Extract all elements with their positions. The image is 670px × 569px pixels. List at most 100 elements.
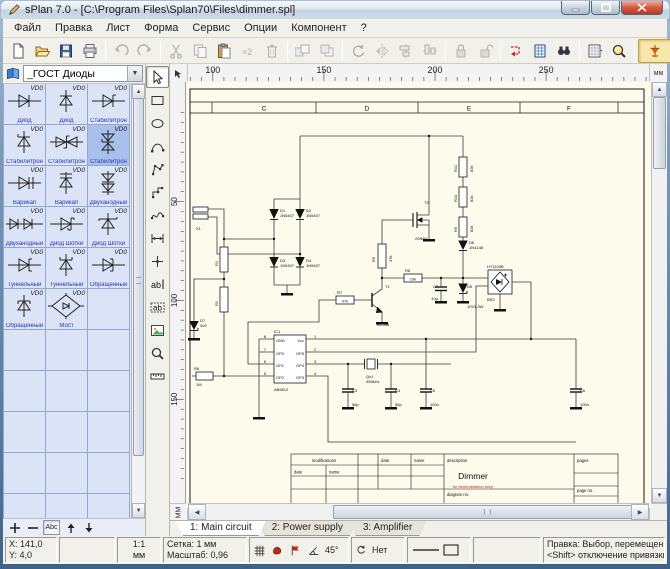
library-control-arrow-down[interactable]	[81, 521, 96, 534]
tool-curve[interactable]	[146, 204, 169, 226]
schematic-canvas[interactable]: CDEF	[186, 82, 651, 508]
flag-icon[interactable]	[289, 544, 302, 557]
library-cell-varicap-h[interactable]: VD0Варикап	[3, 166, 46, 207]
library-book-icon[interactable]	[3, 65, 23, 82]
undo-button[interactable]	[109, 39, 133, 63]
menu-item-edit[interactable]: Правка	[48, 20, 99, 36]
library-cell-empty[interactable]	[46, 453, 88, 494]
library-cell-empty[interactable]	[46, 330, 88, 371]
library-cell-empty[interactable]	[88, 289, 130, 330]
library-cell-diode-v[interactable]: VD0Диод	[46, 84, 88, 125]
scroll-up-icon[interactable]: ▲	[132, 84, 145, 99]
library-cell-tunnel-h[interactable]: VD0Туннельный	[3, 248, 46, 289]
menu-item-sheet[interactable]: Лист	[99, 20, 137, 36]
bring-front-button[interactable]	[291, 39, 315, 63]
library-cell-empty[interactable]	[46, 412, 88, 453]
search-button[interactable]	[552, 39, 576, 63]
library-cell-zener-v[interactable]: VD0Стабилитрон	[3, 125, 46, 166]
library-cell-empty[interactable]	[3, 412, 46, 453]
open-button[interactable]	[30, 39, 54, 63]
tool-ellipse[interactable]	[146, 112, 169, 134]
align-horizontal-button[interactable]	[394, 39, 418, 63]
copy-button[interactable]	[188, 39, 212, 63]
sheet-grid-button[interactable]	[528, 39, 552, 63]
lock-button[interactable]	[449, 39, 473, 63]
library-select[interactable]: _ГОСТ Диоды ▼	[23, 65, 143, 82]
library-cell-empty[interactable]	[3, 453, 46, 494]
tool-node[interactable]	[146, 250, 169, 272]
library-scrollbar-thumb[interactable]	[133, 98, 144, 456]
library-cell-empty[interactable]	[88, 330, 130, 371]
library-cell-empty[interactable]	[3, 494, 46, 518]
scroll-right-icon[interactable]: ▶	[631, 504, 649, 520]
library-cell-dual-v[interactable]: VD0Двуханодный	[88, 166, 130, 207]
align-vertical-button[interactable]	[418, 39, 442, 63]
zoom-button[interactable]	[607, 39, 631, 63]
library-cell-empty[interactable]	[88, 494, 130, 518]
menu-item-help[interactable]: ?	[354, 20, 374, 36]
library-control-plus[interactable]	[7, 521, 22, 534]
paste-button[interactable]	[212, 39, 236, 63]
library-scrollbar[interactable]: ▲ ▼	[131, 84, 145, 518]
maximize-button[interactable]	[591, 1, 620, 15]
library-control-arrow-up[interactable]	[63, 521, 78, 534]
menu-item-component[interactable]: Компонент	[284, 20, 353, 36]
library-cell-empty[interactable]	[88, 412, 130, 453]
tool-text[interactable]: ab	[146, 273, 169, 295]
library-cell-zener-bi-h[interactable]: VD0Стабилитрон	[46, 125, 88, 166]
save-button[interactable]	[54, 39, 78, 63]
tool-zoom-area[interactable]	[146, 342, 169, 364]
rotate-button[interactable]	[346, 39, 370, 63]
menu-item-service[interactable]: Сервис	[185, 20, 237, 36]
library-cell-tunnel-v[interactable]: VD0Туннельный	[46, 248, 88, 289]
library-cell-empty[interactable]	[46, 371, 88, 412]
mirror-button[interactable]	[370, 39, 394, 63]
unlock-button[interactable]	[473, 39, 497, 63]
tool-measure[interactable]	[146, 365, 169, 387]
tool-bezier[interactable]	[146, 135, 169, 157]
library-cell-bridge[interactable]: VD0Мост	[46, 289, 88, 330]
scroll-left-icon[interactable]: ◀	[188, 504, 206, 520]
grid-icon[interactable]	[253, 544, 266, 557]
tool-dimension[interactable]	[146, 227, 169, 249]
library-cell-diode-h[interactable]: VD0Диод	[3, 84, 46, 125]
tool-polygon[interactable]	[146, 158, 169, 180]
library-cell-reverse-h[interactable]: VD0Обращенный	[88, 248, 130, 289]
component-mode-button[interactable]	[638, 39, 670, 63]
sheet-tab-1[interactable]: 1: Main circuit	[176, 521, 266, 536]
angle-icon[interactable]	[307, 544, 320, 557]
library-cell-empty[interactable]	[46, 494, 88, 518]
scroll-up-icon[interactable]: ▲	[652, 82, 667, 97]
ruler-origin-button[interactable]	[170, 64, 188, 83]
cut-button[interactable]	[164, 39, 188, 63]
vertical-scrollbar-thumb[interactable]	[653, 97, 666, 169]
sheet-tab-3[interactable]: 3: Amplifier	[349, 521, 426, 536]
tool-polyline[interactable]	[146, 181, 169, 203]
menu-item-file[interactable]: Файл	[7, 20, 48, 36]
minimize-button[interactable]	[561, 1, 590, 15]
tool-rectangle[interactable]	[146, 89, 169, 111]
scroll-down-icon[interactable]: ▼	[132, 503, 145, 518]
vertical-scrollbar[interactable]: ▲ ▼	[651, 82, 667, 503]
horizontal-scrollbar-thumb[interactable]	[333, 505, 635, 519]
library-cell-empty[interactable]	[88, 453, 130, 494]
sheet-tab-2[interactable]: 2: Power supply	[258, 521, 357, 536]
library-cell-empty[interactable]	[3, 371, 46, 412]
library-cell-empty[interactable]	[3, 330, 46, 371]
library-cell-schottky-h[interactable]: VD0Диод Шотки	[46, 207, 88, 248]
chevron-down-icon[interactable]: ▼	[127, 66, 142, 81]
send-back-button[interactable]	[315, 39, 339, 63]
library-cell-zener-h[interactable]: VD0Стабилитрон	[88, 84, 130, 125]
horizontal-scrollbar[interactable]: ◀ ▶	[188, 503, 649, 520]
new-button[interactable]	[6, 39, 30, 63]
close-button[interactable]	[621, 1, 663, 15]
freehand-icon[interactable]	[271, 544, 284, 557]
tool-image[interactable]	[146, 319, 169, 341]
menu-item-options[interactable]: Опции	[237, 20, 284, 36]
library-cell-varicap-v[interactable]: VD0Варикап	[46, 166, 88, 207]
title-bar[interactable]: sPlan 7.0 - [C:\Program Files\Splan70\Fi…	[1, 1, 669, 20]
library-cell-schottky-v[interactable]: VD0Диод Шотки	[88, 207, 130, 248]
library-cell-dual-h[interactable]: VD0Двуханодный	[3, 207, 46, 248]
redo-button[interactable]	[133, 39, 157, 63]
rotate-icon[interactable]	[355, 544, 367, 556]
